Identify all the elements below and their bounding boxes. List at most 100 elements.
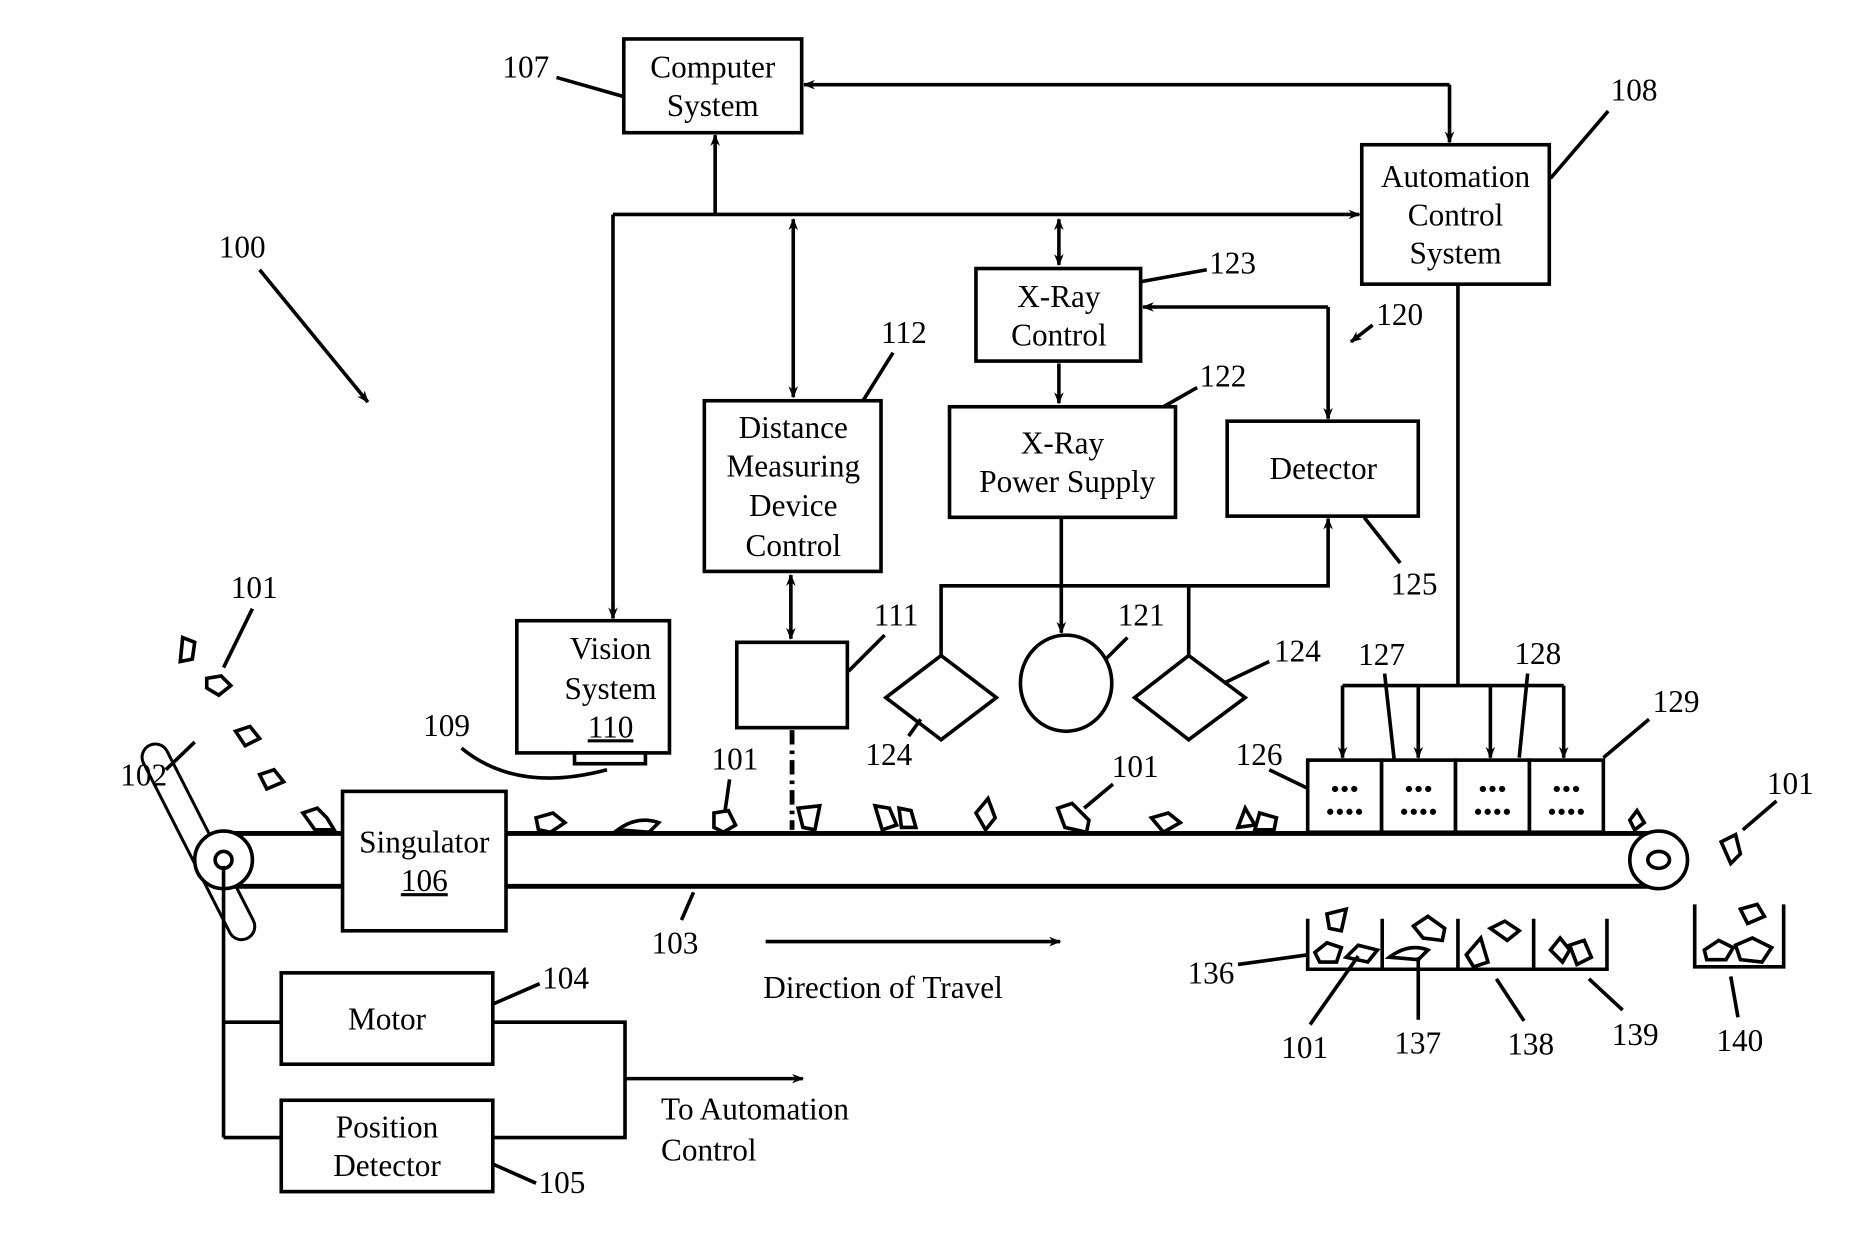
leader-140	[1728, 976, 1740, 1018]
nozzle-dot	[1351, 785, 1358, 793]
position-detector-line1: Position	[336, 1110, 439, 1145]
ref-126: 126	[1236, 737, 1283, 772]
nozzle-dot	[1336, 808, 1343, 815]
ref-109: 109	[423, 708, 470, 743]
to-automation-line1: To Automation	[661, 1091, 849, 1126]
ref-104: 104	[542, 960, 589, 995]
leader-101-feeder	[221, 607, 255, 669]
nozzle-dot	[1341, 785, 1348, 793]
singulator-number: 106	[401, 863, 448, 898]
nozzle-dot	[1494, 808, 1501, 815]
detector-element-left	[882, 653, 1000, 742]
leader-108	[1549, 109, 1610, 180]
motor-block: Motor	[279, 971, 495, 1067]
ref-127: 127	[1358, 637, 1405, 672]
leader-125	[1362, 516, 1402, 565]
ref-124-right: 124	[1274, 634, 1321, 669]
nozzle-dot	[1355, 808, 1363, 815]
link-detectors-to-detector	[939, 517, 1333, 656]
nozzle-dot	[1484, 808, 1491, 815]
detector-block: Detector	[1225, 419, 1421, 518]
distance-measuring-device	[734, 640, 850, 730]
motor-label: Motor	[348, 1001, 427, 1036]
ref-128: 128	[1514, 636, 1561, 671]
distance-line4: Control	[746, 528, 842, 563]
nozzle-dot	[1401, 808, 1408, 815]
ref-120: 120	[1376, 297, 1423, 332]
vision-system-block: Vision System 110	[515, 618, 672, 755]
leader-101-belt-a	[722, 779, 732, 814]
ref-101-belt-b: 101	[1112, 749, 1159, 784]
sorter-cell	[1379, 758, 1458, 835]
xray-power-supply-block: X-Ray Power Supply	[947, 404, 1178, 520]
computer-system-block: Computer System	[621, 37, 804, 135]
sorter-cell	[1453, 758, 1532, 835]
leader-129	[1602, 717, 1651, 760]
nozzle-dot	[1572, 785, 1580, 793]
nozzle-dot	[1410, 808, 1417, 815]
nozzle-dot	[1489, 785, 1496, 793]
nozzle-dot	[1577, 808, 1584, 815]
distance-line2: Measuring	[726, 448, 860, 483]
ref-125: 125	[1391, 566, 1438, 601]
xray-control-line1: X-Ray	[1017, 279, 1101, 314]
ref-139: 139	[1612, 1017, 1659, 1052]
ref-101-bin: 101	[1281, 1030, 1328, 1065]
leader-101-falling	[1741, 799, 1778, 832]
nozzle-dot	[1331, 785, 1339, 793]
ref-136: 136	[1187, 956, 1234, 991]
leader-101-belt-b	[1082, 782, 1115, 810]
pointer-120	[1349, 323, 1374, 344]
xray-control-block: X-Ray Control	[974, 266, 1143, 363]
ref-111: 111	[874, 598, 919, 633]
leader-104	[492, 982, 541, 1006]
detector-label: Detector	[1270, 451, 1378, 486]
nozzle-dot	[1563, 785, 1570, 793]
singulator-label: Singulator	[359, 825, 490, 860]
sorter-array	[1305, 758, 1606, 835]
nozzle-dot	[1568, 808, 1575, 815]
camera-lens	[572, 751, 648, 766]
vision-line2: System	[565, 671, 657, 706]
ref-105: 105	[538, 1165, 585, 1200]
nozzle-dot	[1415, 785, 1422, 793]
leader-112	[861, 351, 895, 402]
leader-103	[679, 891, 696, 921]
ref-100: 100	[219, 230, 266, 265]
system-diagram: Computer System 107 Automation Control S…	[120, 37, 1814, 1200]
vision-line1: Vision	[570, 631, 652, 666]
leader-111	[847, 633, 886, 673]
nozzle-dot	[1558, 808, 1565, 815]
nozzle-dot	[1425, 785, 1432, 793]
material-piece-falling	[1718, 832, 1743, 867]
nozzle-dot	[1479, 785, 1486, 793]
direction-label: Direction of Travel	[763, 970, 1003, 1005]
automation-line3: System	[1410, 236, 1502, 271]
xray-power-line2: Power Supply	[979, 464, 1156, 499]
distance-line3: Device	[749, 488, 838, 523]
ref-123: 123	[1209, 245, 1256, 280]
leader-126	[1268, 768, 1308, 790]
vision-number: 110	[588, 709, 634, 744]
nozzle-dot	[1429, 808, 1437, 815]
computer-system-line2: System	[667, 88, 759, 123]
detector-element-right	[1131, 653, 1249, 742]
nozzle-dot	[1548, 808, 1556, 815]
material-pieces-feeder	[178, 634, 287, 792]
ref-107: 107	[502, 49, 549, 84]
leader-105	[492, 1162, 537, 1185]
nozzle-dot	[1474, 808, 1482, 815]
sorter-cell	[1305, 758, 1384, 835]
nozzle-dot	[1503, 808, 1511, 815]
ref-108: 108	[1611, 72, 1658, 107]
xray-source	[1018, 633, 1114, 734]
leader-136	[1237, 953, 1308, 967]
leader-122	[1162, 385, 1199, 409]
to-automation-line2: Control	[661, 1132, 757, 1167]
motor-position-bus	[492, 1020, 627, 1140]
leader-139	[1587, 977, 1624, 1012]
nozzle-dot	[1553, 785, 1560, 793]
ref-101-belt-a: 101	[712, 742, 759, 777]
leader-124-right	[1222, 659, 1271, 685]
ref-101-falling: 101	[1767, 766, 1814, 801]
